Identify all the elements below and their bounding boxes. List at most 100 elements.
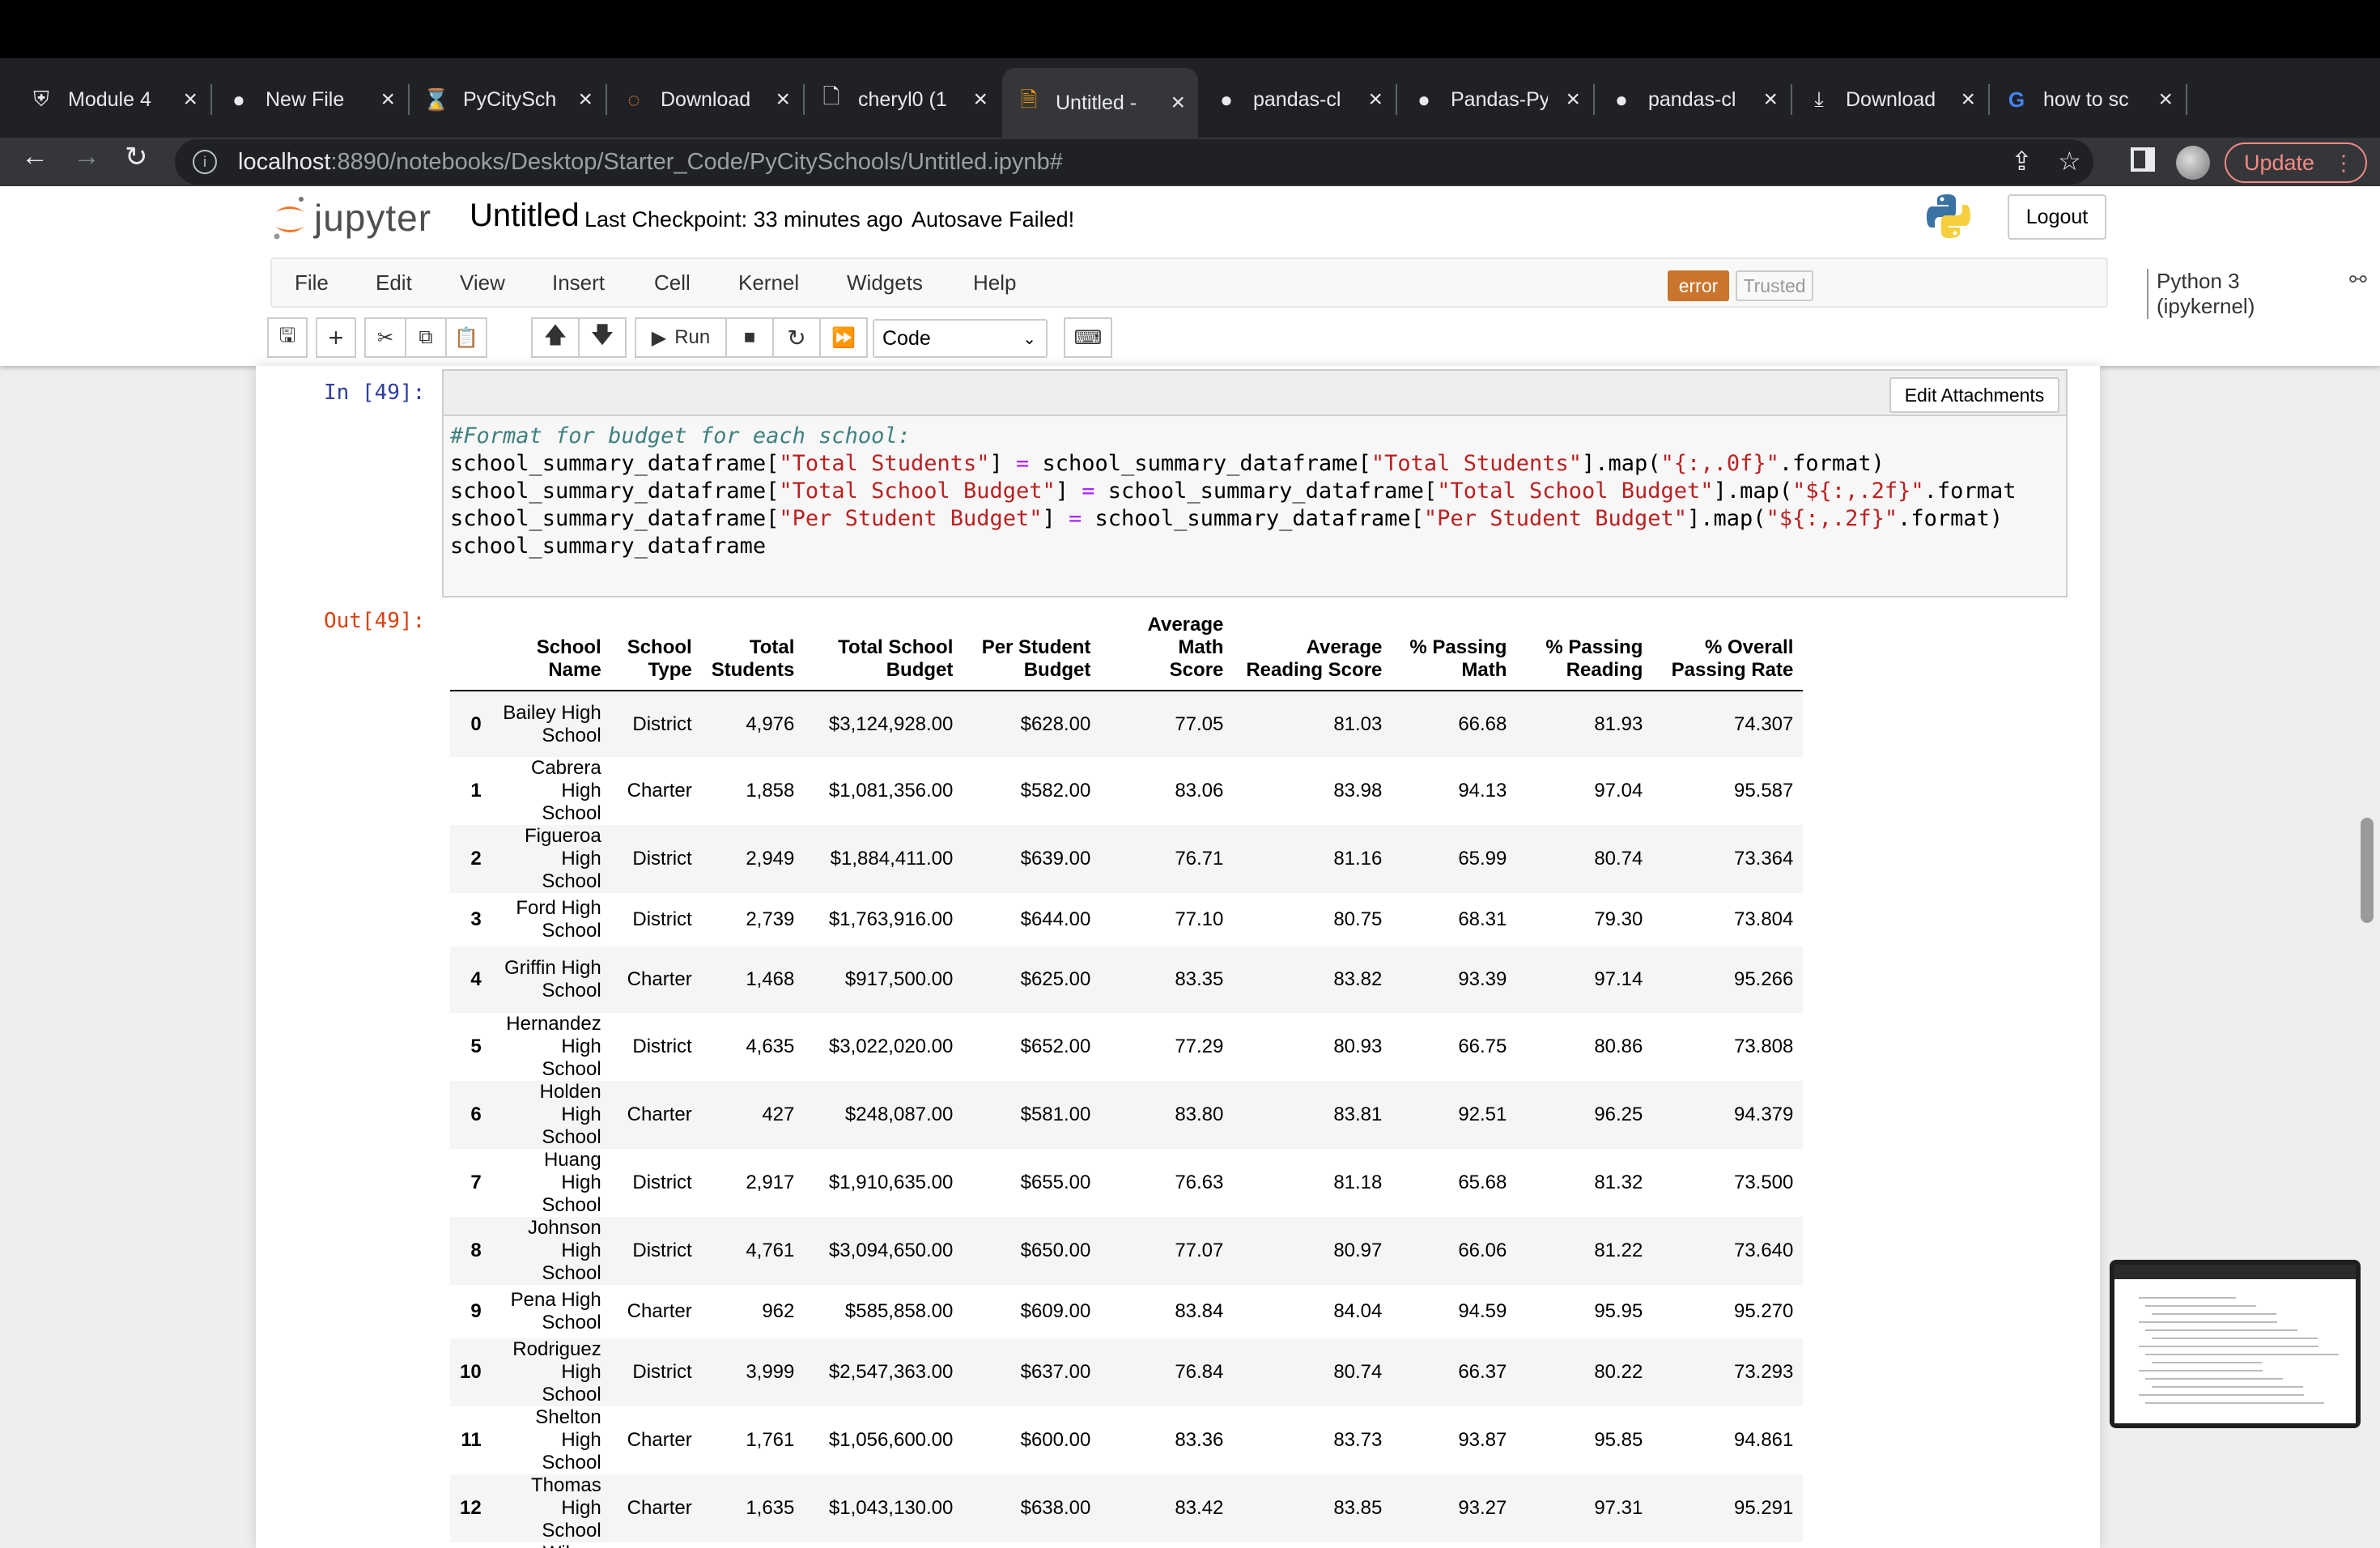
close-tab-icon[interactable]: × [2158,86,2173,113]
tab-title: pandas-cl [1648,87,1736,111]
close-tab-icon[interactable]: × [1961,86,1975,113]
copy-icon[interactable]: ⧉ [405,317,447,358]
last-checkpoint-text: Last Checkpoint: 33 minutes ago [584,207,903,232]
menu-file[interactable]: File [295,270,329,296]
row-index: 12 [460,1497,482,1519]
column-header: Average Math Score [1100,610,1233,691]
browser-tab[interactable]: Ghow to sc × [1990,71,2187,128]
menu-edit[interactable]: Edit [376,270,412,296]
save-icon[interactable]: 🖫 [267,317,308,358]
notebook-icon: 🗎 [1020,87,1038,112]
browser-tab[interactable]: ◌ Download × [607,71,805,128]
table-cell: 81.03 [1333,712,1383,735]
close-tab-icon[interactable]: × [1763,86,1778,113]
table-cell: Bailey High School [491,691,611,757]
forward-arrow-icon[interactable]: → [73,141,100,172]
menu-kernel[interactable]: Kernel [738,270,799,296]
insert-cell-icon[interactable]: + [316,317,356,358]
more-menu-icon[interactable]: ⋮ [2333,151,2354,176]
url-text[interactable]: localhost:8890/notebooks/Desktop/Starter… [238,149,1063,176]
page-vertical-scrollbar[interactable] [2361,818,2374,923]
menu-cell[interactable]: Cell [654,270,691,296]
move-up-icon[interactable]: 🡅 [531,317,580,358]
table-row: 1 Cabrera High School Charter 1,858 $1,081,35… [450,757,1803,825]
address-bar[interactable]: i localhost:8890/notebooks/Desktop/Start… [175,139,2093,185]
table-cell: 68.31 [1458,908,1507,930]
browser-tab[interactable]: 🗋 cheryl0 (1 × [805,71,1001,128]
table-cell: 73.500 [1733,1172,1794,1193]
thumbnail-line [2152,1386,2303,1388]
table-cell: 81.93 [1594,712,1643,735]
table-row: 6 Holden High School Charter 427 $248,087.00 $… [450,1081,1804,1149]
cut-icon[interactable]: ✂ [364,317,406,358]
table-cell: 83.81 [1333,1104,1383,1125]
restart-run-all-icon[interactable]: ⏩ [819,317,868,358]
side-panel-icon[interactable] [2131,147,2155,172]
close-tab-icon[interactable]: × [1566,86,1580,113]
trusted-badge[interactable]: Trusted [1736,270,1813,301]
table-row: 11 Shelton High School Charter 1,761 $1,056,6… [450,1406,1803,1474]
move-down-icon[interactable]: 🡇 [578,317,627,358]
university-shield-icon: ⛨ [33,87,49,111]
interrupt-stop-icon[interactable]: ■ [725,317,774,358]
close-tab-icon[interactable]: × [380,86,395,113]
update-label: Update [2244,150,2315,175]
browser-tab[interactable]: ⤓ Download × [1792,71,1990,128]
paste-icon[interactable]: 📋 [445,317,487,358]
row-index: 11 [461,1429,482,1451]
bookmark-star-icon[interactable]: ☆ [2058,146,2081,176]
table-cell: $581.00 [1020,1104,1091,1125]
table-cell: 96.25 [1594,1104,1643,1125]
browser-tab[interactable]: ● Pandas-Py × [1397,71,1595,128]
table-cell: 93.87 [1458,1429,1507,1451]
row-index: 9 [470,1300,482,1322]
table-cell: 93.39 [1458,968,1507,990]
jupyter-logo[interactable]: jupyter [272,194,431,241]
window-preview-thumbnail[interactable] [2110,1260,2361,1428]
browser-tab[interactable]: ● pandas-cl × [1595,71,1792,128]
code-editor[interactable]: #Format for budget for each school: scho… [442,415,2068,598]
profile-avatar[interactable] [2176,146,2210,180]
run-button[interactable]: ▶ Run [635,317,727,358]
kernel-error-badge[interactable]: error [1668,270,1729,301]
menu-widgets[interactable]: Widgets [847,270,923,296]
cell-text: School [542,1058,601,1080]
tab-title: Pandas-Py [1451,87,1548,111]
menu-help[interactable]: Help [973,270,1016,296]
browser-tab[interactable]: ⌛ PyCitySch × [410,71,607,128]
browser-tab[interactable]: ● New File × [212,71,410,128]
cell-type-select[interactable]: Code ⌄ [873,319,1048,358]
table-cell: $637.00 [1020,1361,1091,1383]
reload-icon[interactable]: ↻ [125,141,148,173]
table-cell: $1,081,356.00 [828,780,954,802]
browser-tab[interactable]: ● pandas-cl × [1200,71,1397,128]
table-cell: $638.00 [1020,1497,1091,1519]
menu-view[interactable]: View [460,270,505,296]
back-arrow-icon[interactable]: ← [21,141,49,172]
close-tab-icon[interactable]: × [776,86,790,113]
thumbnail-line [2139,1346,2318,1347]
logout-button[interactable]: Logout [2008,194,2106,240]
restart-icon[interactable]: ↻ [772,317,821,358]
browser-tab[interactable]: ⛨ Module 4 × [15,71,212,128]
command-palette-keyboard-icon[interactable]: ⌨ [1064,317,1112,358]
menu-insert[interactable]: Insert [552,270,605,296]
close-tab-icon[interactable]: × [973,86,988,113]
thumbnail-line [2145,1402,2324,1404]
close-tab-icon[interactable]: × [183,86,198,113]
code-string: "Total Students" [1371,451,1582,476]
browser-tab[interactable]: 🗎 Untitled - × [1002,68,1198,138]
close-tab-icon[interactable]: × [1368,86,1383,113]
column-header-text: % Passing [1545,636,1643,658]
table-cell: 80.93 [1333,1036,1383,1057]
edit-attachments-button[interactable]: Edit Attachments [1889,377,2059,413]
close-tab-icon[interactable]: × [1171,89,1185,117]
table-cell: 83.73 [1333,1429,1383,1451]
update-button[interactable]: Update ⋮ [2225,142,2367,183]
site-info-icon[interactable]: i [193,150,217,174]
notebook-name[interactable]: Untitled [470,198,580,234]
close-tab-icon[interactable]: × [578,86,593,113]
cell-text: School [542,1384,601,1406]
share-icon[interactable]: ⇪ [2011,146,2033,176]
url-host: localhost [238,148,331,175]
